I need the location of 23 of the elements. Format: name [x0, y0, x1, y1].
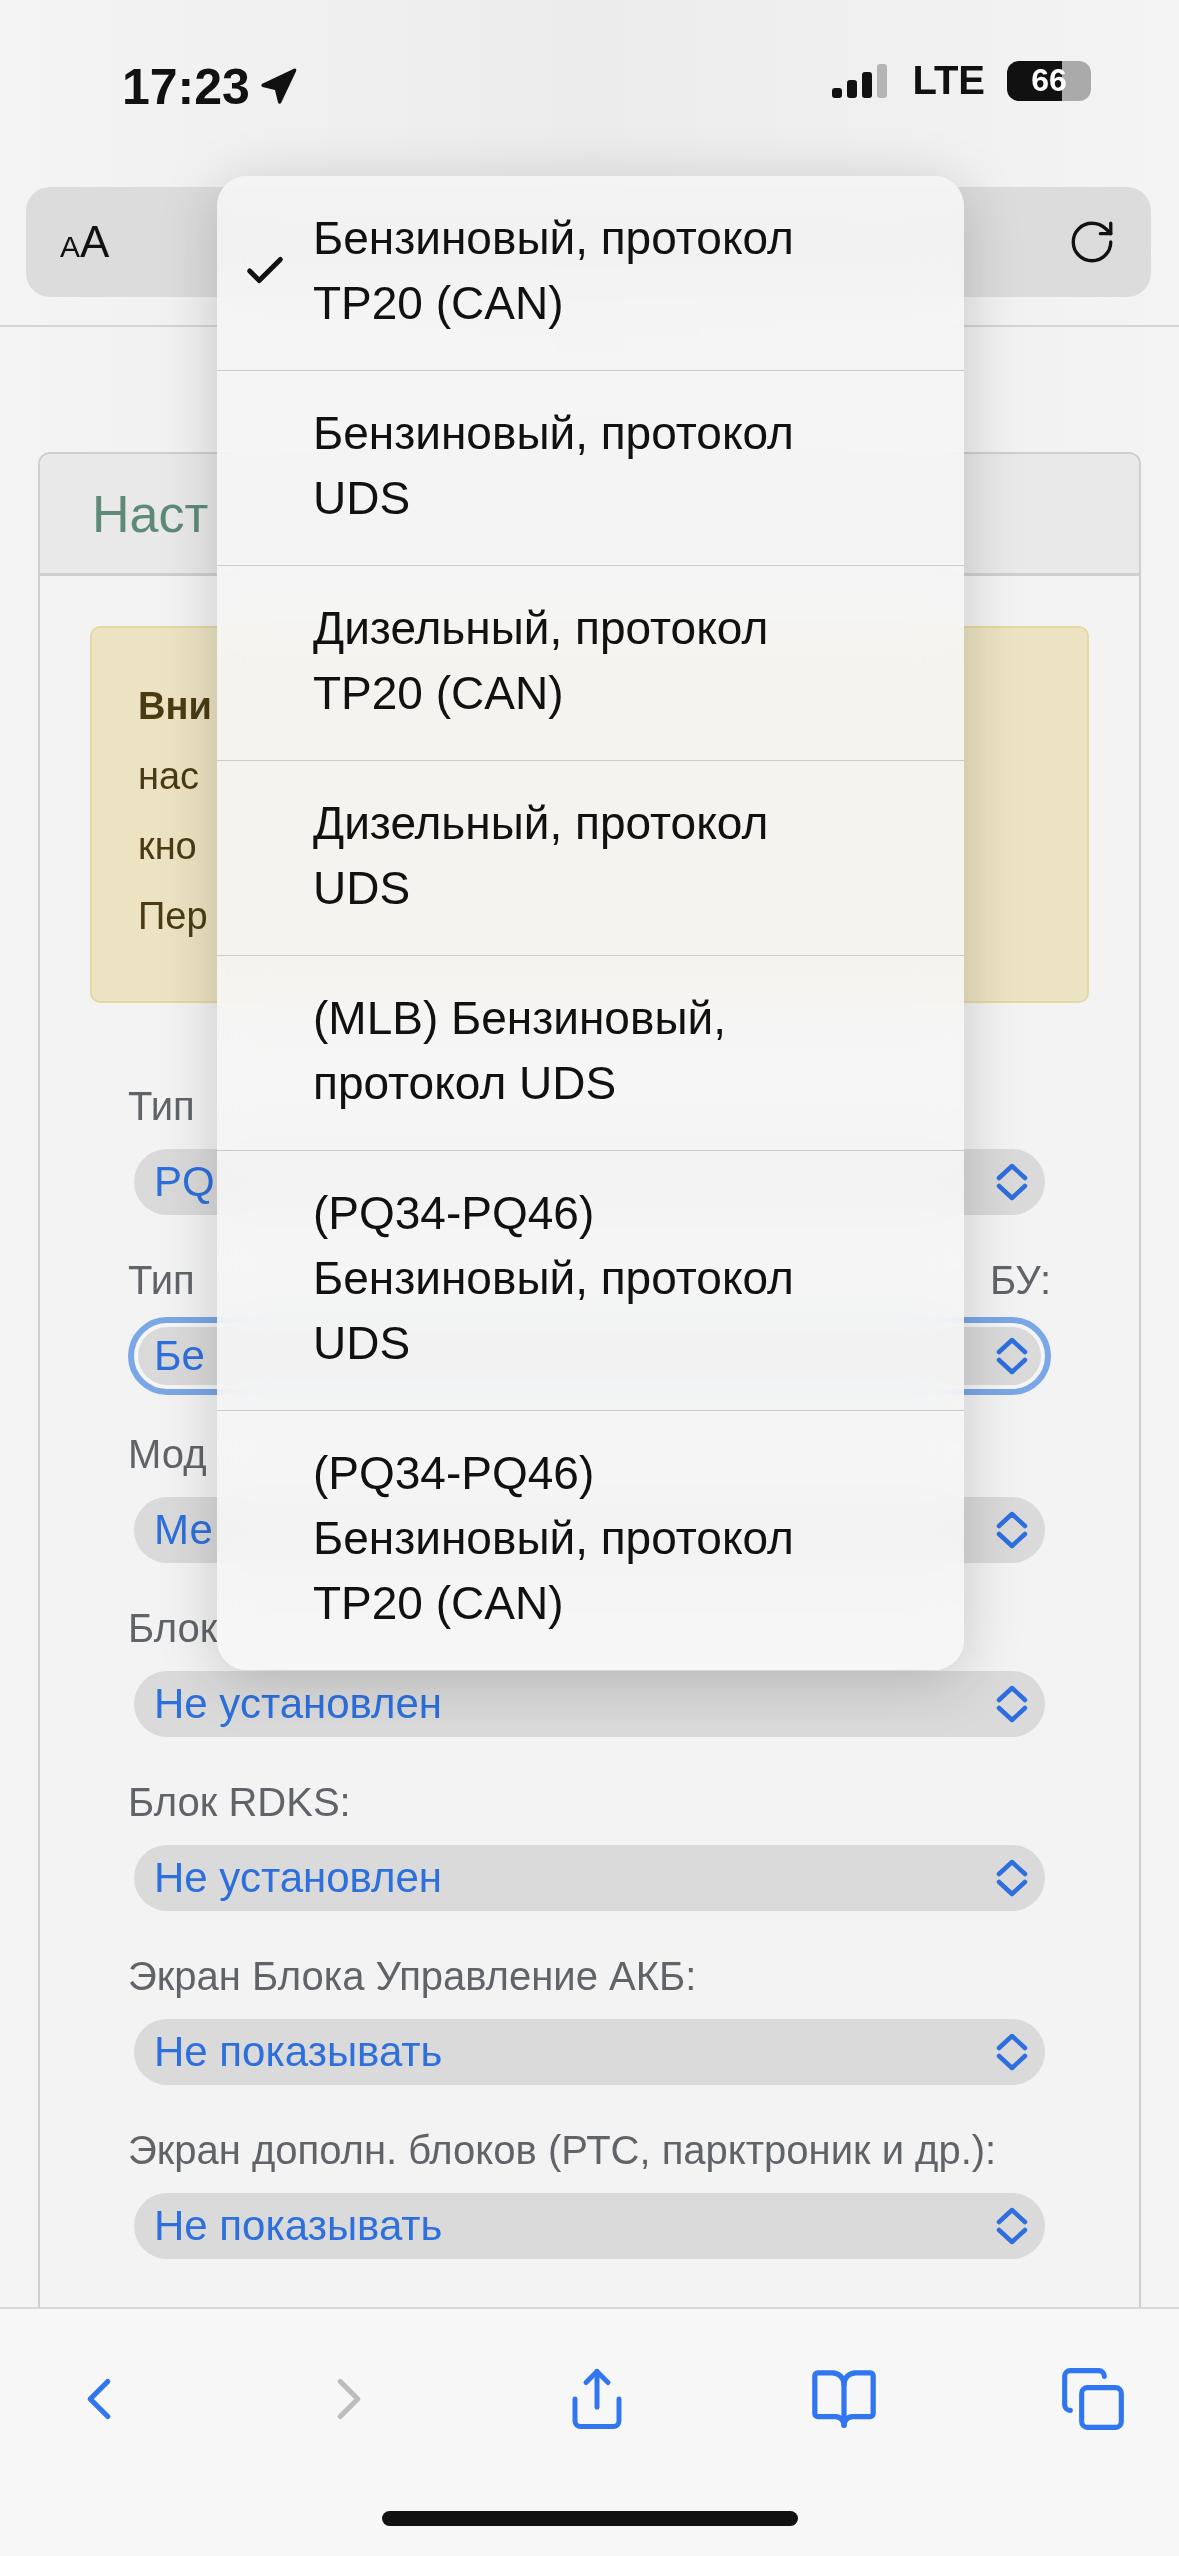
text-size-button[interactable]: AA: [60, 217, 110, 267]
dropdown-option[interactable]: (MLB) Бензиновый, протокол UDS: [217, 955, 964, 1150]
clock-time: 17:23: [122, 58, 250, 116]
dropdown-option[interactable]: Бензиновый, протокол UDS: [217, 370, 964, 565]
field-label: БУ:: [990, 1257, 1051, 1304]
dropdown-option[interactable]: Дизельный, протокол TP20 (CAN): [217, 565, 964, 760]
dropdown-option[interactable]: Бензиновый, протокол TP20 (CAN): [217, 176, 964, 370]
field-label: Блок: [128, 1605, 218, 1652]
dropdown-option[interactable]: Дизельный, протокол UDS: [217, 760, 964, 955]
field-label: Экран дополн. блоков (РТС, парктроник и др.):: [128, 2127, 997, 2174]
dropdown-option[interactable]: (PQ34-PQ46) Бензиновый, протокол TP20 (CAN): [217, 1410, 964, 1670]
dropdown-option[interactable]: (PQ34-PQ46) Бензиновый, протокол UDS: [217, 1150, 964, 1410]
card-title: Наст: [92, 483, 209, 544]
alert-text: Вни: [138, 684, 212, 729]
field-label: Мод: [128, 1431, 207, 1478]
field-label: Тип: [128, 1083, 195, 1130]
alert-text: кно: [138, 824, 197, 869]
network-type: LTE: [912, 58, 985, 103]
field-label: Экран Блока Управление АКБ:: [128, 1953, 697, 2000]
field-label: Блок RDKS:: [128, 1779, 351, 1826]
alert-text: Пер: [138, 894, 208, 939]
field-label: Тип: [128, 1257, 195, 1304]
alert-text: нас: [138, 754, 200, 799]
